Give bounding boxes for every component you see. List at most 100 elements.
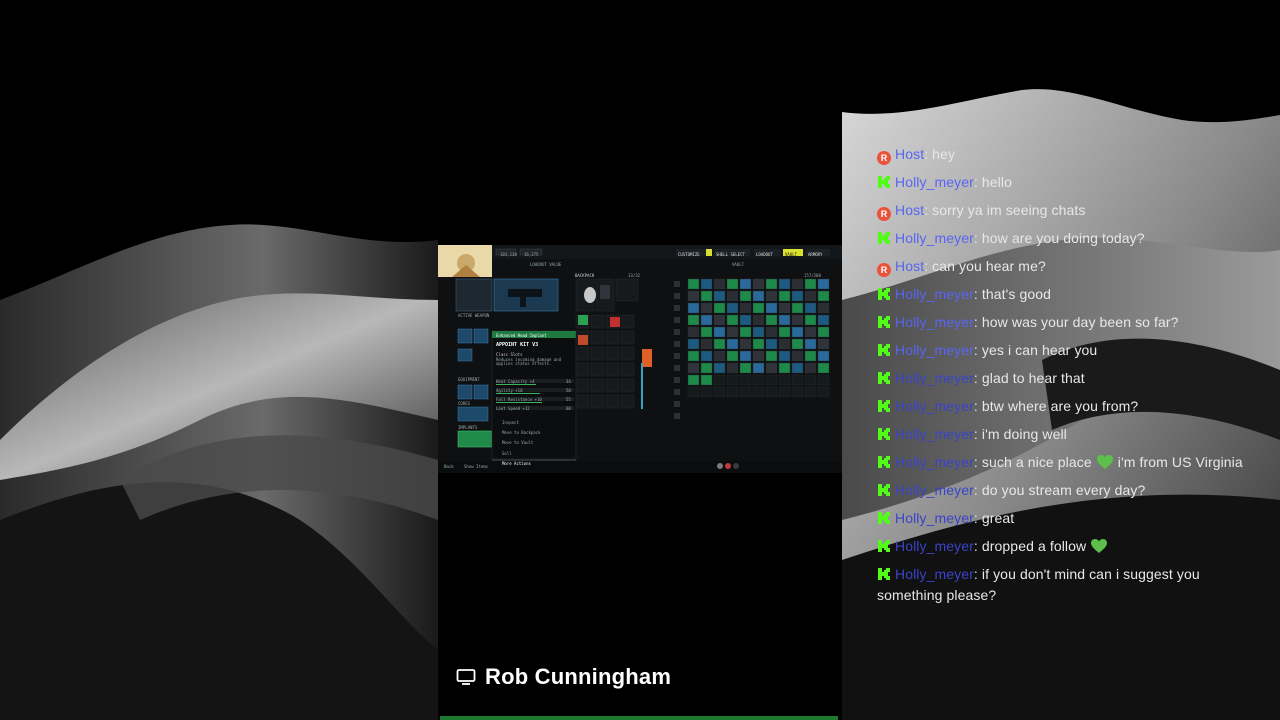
vault-slot[interactable] — [700, 338, 713, 350]
vault-slot[interactable] — [791, 374, 804, 386]
vault-slot[interactable] — [739, 338, 752, 350]
chat-username[interactable]: Host — [895, 146, 924, 162]
vault-slot[interactable] — [739, 326, 752, 338]
chat-username[interactable]: Holly_meyer — [895, 426, 974, 442]
vault-slot[interactable] — [817, 326, 830, 338]
vault-slot[interactable] — [804, 362, 817, 374]
vault-slot[interactable] — [791, 350, 804, 362]
vault-slot[interactable] — [804, 386, 817, 398]
vault-slot[interactable] — [726, 374, 739, 386]
vault-slot[interactable] — [817, 278, 830, 290]
vault-slot[interactable] — [739, 374, 752, 386]
vault-slot[interactable] — [700, 374, 713, 386]
vault-slot[interactable] — [752, 386, 765, 398]
action-move-vault[interactable]: Move to Vault — [502, 440, 533, 445]
vault-slot[interactable] — [713, 338, 726, 350]
vault-slot[interactable] — [739, 302, 752, 314]
vault-slot[interactable] — [778, 302, 791, 314]
vault-slot[interactable] — [687, 326, 700, 338]
vault-slot[interactable] — [817, 302, 830, 314]
chat-username[interactable]: Holly_meyer — [895, 454, 974, 470]
vault-slot[interactable] — [791, 302, 804, 314]
vault-slot[interactable] — [778, 326, 791, 338]
vault-slot[interactable] — [778, 314, 791, 326]
vault-slot[interactable] — [687, 350, 700, 362]
vault-slot[interactable] — [791, 314, 804, 326]
vault-slot[interactable] — [791, 362, 804, 374]
chat-username[interactable]: Host — [895, 202, 924, 218]
vault-slot[interactable] — [726, 326, 739, 338]
vault-slot[interactable] — [778, 362, 791, 374]
vault-slot[interactable] — [778, 290, 791, 302]
vault-slot[interactable] — [726, 338, 739, 350]
vault-slot[interactable] — [713, 386, 726, 398]
vault-slot[interactable] — [700, 326, 713, 338]
vault-slot[interactable] — [713, 302, 726, 314]
footer-show-items[interactable]: Show Items — [464, 464, 488, 469]
vault-slot[interactable] — [752, 350, 765, 362]
vault-slot[interactable] — [687, 314, 700, 326]
vault-slot[interactable] — [804, 350, 817, 362]
vault-slot[interactable] — [713, 314, 726, 326]
vault-slot[interactable] — [765, 302, 778, 314]
vault-slot[interactable] — [791, 326, 804, 338]
nav-loadout[interactable]: LOADOUT — [756, 252, 773, 257]
chat-username[interactable]: Holly_meyer — [895, 482, 974, 498]
vault-slot[interactable] — [765, 350, 778, 362]
vault-slot[interactable] — [804, 374, 817, 386]
vault-slot[interactable] — [726, 350, 739, 362]
chat-username[interactable]: Holly_meyer — [895, 174, 974, 190]
vault-slot[interactable] — [726, 314, 739, 326]
vault-slot[interactable] — [778, 278, 791, 290]
vault-slot[interactable] — [765, 338, 778, 350]
vault-slot[interactable] — [817, 362, 830, 374]
vault-slot[interactable] — [700, 278, 713, 290]
vault-slot[interactable] — [778, 338, 791, 350]
vault-slot[interactable] — [778, 374, 791, 386]
chat-username[interactable]: Holly_meyer — [895, 230, 974, 246]
vault-slot[interactable] — [687, 278, 700, 290]
chat-username[interactable]: Holly_meyer — [895, 314, 974, 330]
vault-slot[interactable] — [765, 362, 778, 374]
vault-slot[interactable] — [700, 362, 713, 374]
vault-slot[interactable] — [752, 278, 765, 290]
vault-slot[interactable] — [804, 302, 817, 314]
vault-slot[interactable] — [726, 386, 739, 398]
chat-username[interactable]: Holly_meyer — [895, 538, 974, 554]
vault-slot[interactable] — [739, 362, 752, 374]
vault-slot[interactable] — [778, 350, 791, 362]
vault-slot[interactable] — [765, 374, 778, 386]
vault-slot[interactable] — [752, 290, 765, 302]
vault-slot[interactable] — [765, 326, 778, 338]
vault-slot[interactable] — [752, 374, 765, 386]
vault-slot[interactable] — [687, 338, 700, 350]
footer-back[interactable]: Back — [444, 464, 454, 469]
vault-slot[interactable] — [713, 278, 726, 290]
vault-slot[interactable] — [713, 362, 726, 374]
action-sell[interactable]: Sell — [502, 451, 512, 456]
vault-slot[interactable] — [713, 290, 726, 302]
chat-username[interactable]: Holly_meyer — [895, 398, 974, 414]
vault-slot[interactable] — [739, 350, 752, 362]
vault-slot[interactable] — [765, 314, 778, 326]
vault-slot[interactable] — [726, 302, 739, 314]
chat-username[interactable]: Host — [895, 258, 924, 274]
vault-slot[interactable] — [700, 302, 713, 314]
vault-slot[interactable] — [752, 362, 765, 374]
vault-slot[interactable] — [804, 314, 817, 326]
vault-slot[interactable] — [713, 350, 726, 362]
vault-slot[interactable] — [778, 386, 791, 398]
vault-slot[interactable] — [804, 278, 817, 290]
vault-slot[interactable] — [713, 374, 726, 386]
vault-slot[interactable] — [765, 290, 778, 302]
vault-slot[interactable] — [817, 338, 830, 350]
vault-slot[interactable] — [726, 290, 739, 302]
chat-username[interactable]: Holly_meyer — [895, 510, 974, 526]
vault-slot[interactable] — [817, 374, 830, 386]
vault-slot[interactable] — [765, 278, 778, 290]
vault-slot[interactable] — [687, 302, 700, 314]
vault-slot[interactable] — [752, 314, 765, 326]
action-inspect[interactable]: Inspect — [502, 420, 519, 425]
vault-slot[interactable] — [700, 290, 713, 302]
vault-slot[interactable] — [726, 362, 739, 374]
